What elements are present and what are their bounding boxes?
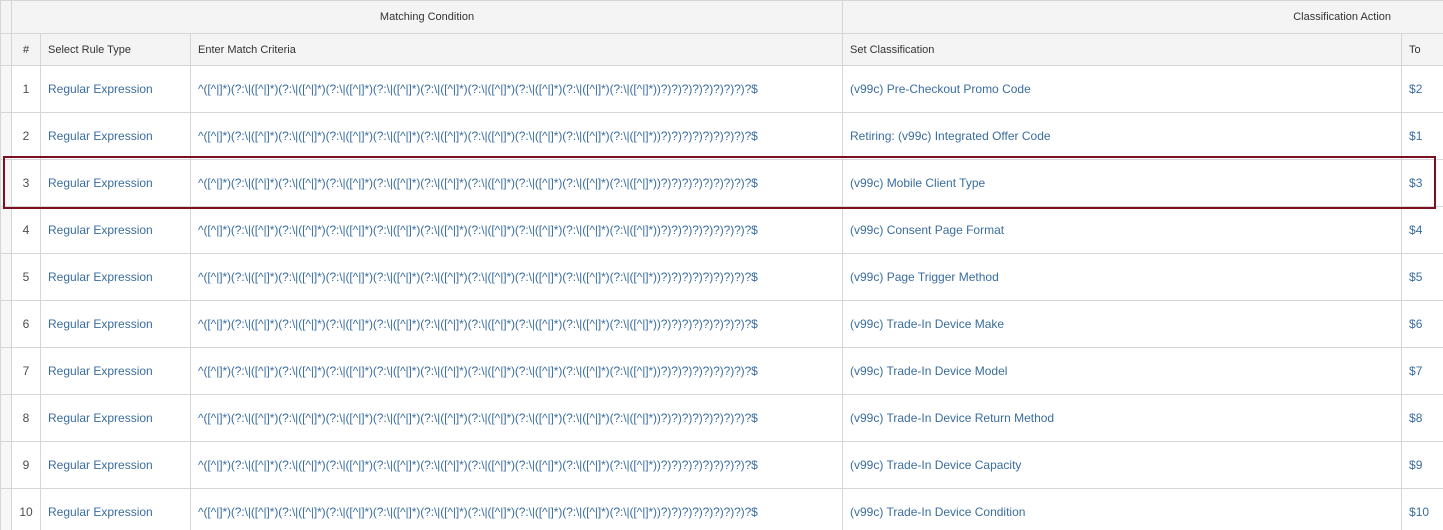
column-header-row: # Select Rule Type Enter Match Criteria … — [0, 33, 1443, 66]
set-classification-select[interactable]: (v99c) Mobile Client Type — [842, 159, 1403, 207]
set-classification-select[interactable]: (v99c) Pre-Checkout Promo Code — [842, 65, 1403, 113]
row-number: 1 — [11, 65, 41, 113]
group-header-blank — [0, 0, 12, 34]
set-classification-select[interactable]: (v99c) Trade-In Device Condition — [842, 488, 1403, 530]
to-field[interactable]: $1 — [1401, 112, 1443, 160]
classification-rules-panel: Matching Condition Classification Action… — [0, 0, 1443, 530]
row-handle — [0, 65, 12, 113]
match-criteria-input[interactable]: ^([^|]*)(?:\|([^|]*)(?:\|([^|]*)(?:\|([^… — [189, 112, 844, 160]
row-number: 4 — [11, 206, 41, 254]
column-header-rule-type: Select Rule Type — [40, 33, 191, 66]
row-handle — [0, 159, 12, 207]
match-criteria-input[interactable]: ^([^|]*)(?:\|([^|]*)(?:\|([^|]*)(?:\|([^… — [189, 206, 844, 254]
rule-type-select[interactable]: Regular Expression — [40, 112, 191, 160]
set-classification-select[interactable]: (v99c) Consent Page Format — [842, 206, 1403, 254]
table-row[interactable]: 4 Regular Expression ^([^|]*)(?:\|([^|]*… — [0, 206, 1443, 254]
row-number: 7 — [11, 347, 41, 395]
rule-type-select[interactable]: Regular Expression — [40, 441, 191, 489]
rule-type-select[interactable]: Regular Expression — [40, 159, 191, 207]
row-handle — [0, 206, 12, 254]
to-field[interactable]: $3 — [1401, 159, 1443, 207]
table-row[interactable]: 10 Regular Expression ^([^|]*)(?:\|([^|]… — [0, 488, 1443, 530]
table-row[interactable]: 1 Regular Expression ^([^|]*)(?:\|([^|]*… — [0, 65, 1443, 113]
set-classification-select[interactable]: (v99c) Trade-In Device Make — [842, 300, 1403, 348]
row-number: 10 — [11, 488, 41, 530]
match-criteria-input[interactable]: ^([^|]*)(?:\|([^|]*)(?:\|([^|]*)(?:\|([^… — [189, 394, 844, 442]
rule-type-select[interactable]: Regular Expression — [40, 394, 191, 442]
match-criteria-input[interactable]: ^([^|]*)(?:\|([^|]*)(?:\|([^|]*)(?:\|([^… — [189, 300, 844, 348]
rule-type-select[interactable]: Regular Expression — [40, 488, 191, 530]
to-field[interactable]: $9 — [1401, 441, 1443, 489]
group-header-row: Matching Condition Classification Action — [0, 0, 1443, 34]
table-row[interactable]: 6 Regular Expression ^([^|]*)(?:\|([^|]*… — [0, 300, 1443, 348]
row-number: 9 — [11, 441, 41, 489]
match-criteria-input[interactable]: ^([^|]*)(?:\|([^|]*)(?:\|([^|]*)(?:\|([^… — [189, 441, 844, 489]
rule-type-select[interactable]: Regular Expression — [40, 65, 191, 113]
table-row[interactable]: 8 Regular Expression ^([^|]*)(?:\|([^|]*… — [0, 394, 1443, 442]
column-header-blank — [0, 33, 12, 66]
rules-table: Matching Condition Classification Action… — [0, 0, 1443, 530]
match-criteria-input[interactable]: ^([^|]*)(?:\|([^|]*)(?:\|([^|]*)(?:\|([^… — [189, 488, 844, 530]
set-classification-select[interactable]: (v99c) Trade-In Device Return Method — [842, 394, 1403, 442]
to-field[interactable]: $2 — [1401, 65, 1443, 113]
to-field[interactable]: $7 — [1401, 347, 1443, 395]
row-handle — [0, 300, 12, 348]
column-header-match-criteria: Enter Match Criteria — [189, 33, 844, 66]
table-row[interactable]: 9 Regular Expression ^([^|]*)(?:\|([^|]*… — [0, 441, 1443, 489]
to-field[interactable]: $6 — [1401, 300, 1443, 348]
rule-type-select[interactable]: Regular Expression — [40, 347, 191, 395]
row-handle — [0, 488, 12, 530]
row-number: 6 — [11, 300, 41, 348]
table-row[interactable]: 2 Regular Expression ^([^|]*)(?:\|([^|]*… — [0, 112, 1443, 160]
match-criteria-input[interactable]: ^([^|]*)(?:\|([^|]*)(?:\|([^|]*)(?:\|([^… — [189, 65, 844, 113]
row-number: 3 — [11, 159, 41, 207]
rule-type-select[interactable]: Regular Expression — [40, 300, 191, 348]
match-criteria-input[interactable]: ^([^|]*)(?:\|([^|]*)(?:\|([^|]*)(?:\|([^… — [189, 347, 844, 395]
matching-condition-header: Matching Condition — [10, 0, 844, 34]
classification-action-header: Classification Action — [842, 0, 1443, 34]
rule-type-select[interactable]: Regular Expression — [40, 206, 191, 254]
set-classification-select[interactable]: (v99c) Page Trigger Method — [842, 253, 1403, 301]
to-field[interactable]: $8 — [1401, 394, 1443, 442]
column-header-to: To — [1401, 33, 1443, 66]
row-handle — [0, 394, 12, 442]
match-criteria-input[interactable]: ^([^|]*)(?:\|([^|]*)(?:\|([^|]*)(?:\|([^… — [189, 253, 844, 301]
row-number: 8 — [11, 394, 41, 442]
table-row[interactable]: 5 Regular Expression ^([^|]*)(?:\|([^|]*… — [0, 253, 1443, 301]
match-criteria-input[interactable]: ^([^|]*)(?:\|([^|]*)(?:\|([^|]*)(?:\|([^… — [189, 159, 844, 207]
to-field[interactable]: $10 — [1401, 488, 1443, 530]
row-handle — [0, 347, 12, 395]
row-number: 2 — [11, 112, 41, 160]
row-handle — [0, 112, 12, 160]
set-classification-select[interactable]: (v99c) Trade-In Device Capacity — [842, 441, 1403, 489]
to-field[interactable]: $4 — [1401, 206, 1443, 254]
rule-type-select[interactable]: Regular Expression — [40, 253, 191, 301]
row-handle — [0, 253, 12, 301]
row-handle — [0, 441, 12, 489]
set-classification-select[interactable]: Retiring: (v99c) Integrated Offer Code — [842, 112, 1403, 160]
table-row[interactable]: 3 Regular Expression ^([^|]*)(?:\|([^|]*… — [0, 159, 1443, 207]
set-classification-select[interactable]: (v99c) Trade-In Device Model — [842, 347, 1403, 395]
to-field[interactable]: $5 — [1401, 253, 1443, 301]
column-header-set-classification: Set Classification — [842, 33, 1403, 66]
row-number: 5 — [11, 253, 41, 301]
column-header-number: # — [11, 33, 41, 66]
table-row[interactable]: 7 Regular Expression ^([^|]*)(?:\|([^|]*… — [0, 347, 1443, 395]
